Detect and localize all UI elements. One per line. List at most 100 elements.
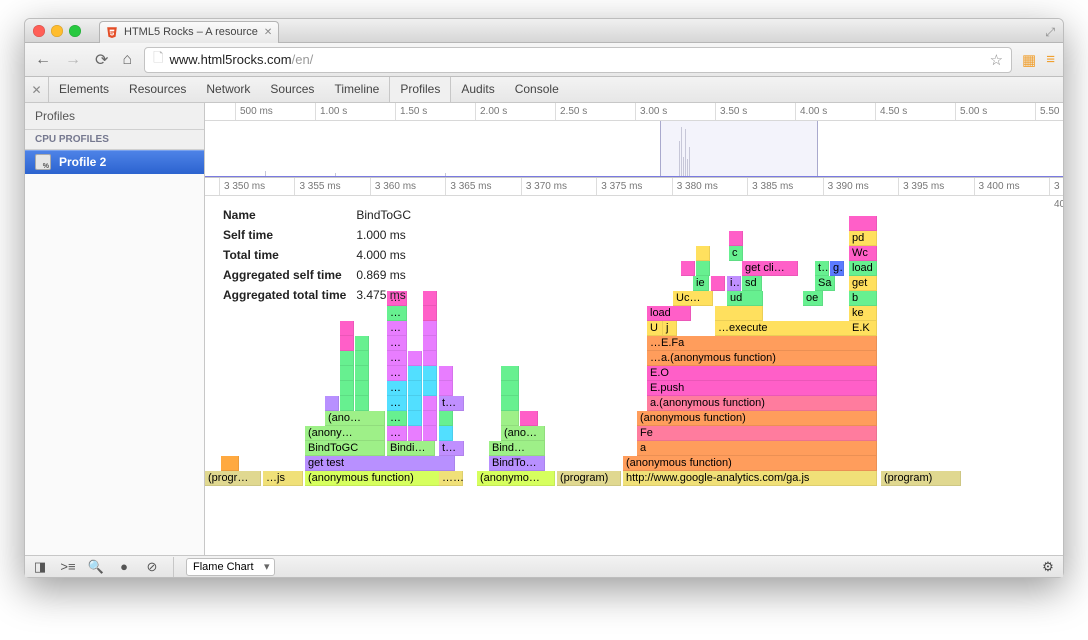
devtools-tab-console[interactable]: Console (505, 77, 569, 102)
flame-bar[interactable]: ud (727, 291, 763, 306)
flame-bar[interactable]: … (387, 366, 407, 381)
flame-bar[interactable]: id (727, 276, 741, 291)
flame-bar[interactable] (423, 321, 437, 336)
timeline-overview[interactable]: 500 ms1.00 s1.50 s2.00 s2.50 s3.00 s3.50… (205, 103, 1063, 178)
flame-bar[interactable]: E.K (849, 321, 877, 336)
flame-bar[interactable] (696, 261, 710, 276)
flame-bar[interactable]: ta… (439, 441, 464, 456)
flame-bar[interactable] (501, 381, 519, 396)
devtools-tab-elements[interactable]: Elements (49, 77, 119, 102)
flame-bar[interactable]: …js (439, 471, 463, 486)
flame-bar[interactable]: (anony… (305, 426, 385, 441)
flame-bar[interactable] (355, 381, 369, 396)
flame-bar[interactable] (423, 366, 437, 381)
flame-bar[interactable]: a.(anonymous function) (647, 396, 877, 411)
flame-bar[interactable] (340, 321, 354, 336)
flame-bar[interactable] (423, 291, 437, 306)
flame-bar[interactable] (439, 411, 453, 426)
window-minimize-button[interactable] (51, 25, 63, 37)
flame-bar[interactable] (439, 426, 453, 441)
tab-close-button[interactable]: ✕ (264, 27, 272, 38)
flame-bar[interactable]: (anonymous function) (637, 411, 877, 426)
flame-bar[interactable]: load (849, 261, 877, 276)
flame-bar[interactable]: (progr… (205, 471, 261, 486)
flame-bar[interactable]: ie (693, 276, 709, 291)
flame-bar[interactable] (408, 366, 422, 381)
window-maximize-button[interactable] (69, 25, 81, 37)
flame-bar[interactable]: http://www.google-analytics.com/ga.js (623, 471, 877, 486)
flame-bar[interactable]: … (387, 381, 407, 396)
reload-button[interactable]: ⟳ (93, 50, 110, 70)
flame-bar[interactable] (501, 411, 519, 426)
devtools-tab-timeline[interactable]: Timeline (324, 77, 389, 102)
flame-bar[interactable]: ta… (439, 396, 464, 411)
flame-bar[interactable] (849, 216, 877, 231)
flame-bar[interactable]: BindTo… (489, 456, 545, 471)
url-bar[interactable]: 🗋 www.html5rocks.com/en/ ☆ (144, 47, 1012, 73)
flame-bar[interactable] (340, 396, 354, 411)
flame-bar[interactable]: … (387, 336, 407, 351)
flame-bar[interactable]: Fe (637, 426, 877, 441)
flame-bar[interactable] (355, 336, 369, 351)
flame-bar[interactable]: j (663, 321, 677, 336)
flame-bar[interactable] (501, 396, 519, 411)
flame-bar[interactable]: Wc (849, 246, 877, 261)
fullscreen-icon[interactable]: ⤢ (1045, 25, 1055, 40)
flame-bar[interactable]: E.O (647, 366, 877, 381)
flame-bar[interactable] (423, 351, 437, 366)
flame-bar[interactable]: (ano… (501, 426, 545, 441)
flame-bar[interactable] (729, 231, 743, 246)
extension-icon[interactable]: ▦ (1022, 51, 1036, 69)
dock-button[interactable]: ◨ (31, 559, 49, 575)
record-button[interactable]: ● (115, 559, 133, 575)
flame-bar[interactable] (423, 306, 437, 321)
flame-bar[interactable] (340, 381, 354, 396)
flame-bar[interactable] (423, 396, 437, 411)
flame-bar[interactable] (501, 366, 519, 381)
devtools-close-button[interactable]: ✕ (25, 77, 49, 102)
flame-bar[interactable]: …a.(anonymous function) (647, 351, 877, 366)
flame-bar[interactable]: pd (849, 231, 877, 246)
flame-bar[interactable]: Uc… (673, 291, 713, 306)
flame-bar[interactable]: get cli… (742, 261, 798, 276)
console-button[interactable]: >≡ (59, 559, 77, 575)
flame-bar[interactable] (355, 396, 369, 411)
flame-bar[interactable] (423, 381, 437, 396)
flame-bar[interactable]: …E.Fa (647, 336, 877, 351)
flame-bar[interactable]: … (387, 411, 407, 426)
flame-bar[interactable] (408, 411, 422, 426)
flame-bar[interactable] (439, 366, 453, 381)
flame-bar[interactable] (520, 411, 538, 426)
menu-icon[interactable]: ≡ (1046, 51, 1055, 68)
bookmark-icon[interactable]: ☆ (990, 51, 1003, 69)
flame-bar[interactable]: Bind… (489, 441, 545, 456)
devtools-tab-audits[interactable]: Audits (451, 77, 504, 102)
flame-bar[interactable]: Sa (815, 276, 835, 291)
flame-bar[interactable] (439, 381, 453, 396)
flame-bar[interactable]: a (637, 441, 877, 456)
flame-bar[interactable] (408, 381, 422, 396)
devtools-tab-sources[interactable]: Sources (260, 77, 324, 102)
flame-bar[interactable] (325, 396, 339, 411)
flame-bar[interactable] (340, 351, 354, 366)
devtools-tab-resources[interactable]: Resources (119, 77, 196, 102)
flame-bar[interactable] (696, 246, 710, 261)
flame-bar[interactable]: (ano… (325, 411, 385, 426)
forward-button[interactable]: → (63, 51, 83, 69)
flame-bar[interactable]: b (849, 291, 877, 306)
flame-bar[interactable]: (anonymo… (477, 471, 555, 486)
flame-bar[interactable]: … (387, 351, 407, 366)
flame-bar[interactable] (408, 396, 422, 411)
flame-bar[interactable]: (anonymous function) (305, 471, 455, 486)
flame-bar[interactable] (408, 426, 422, 441)
flame-bar[interactable]: te (815, 261, 829, 276)
flame-bar[interactable]: (program) (557, 471, 621, 486)
flame-bar[interactable]: get (849, 276, 877, 291)
flame-bar[interactable] (423, 411, 437, 426)
back-button[interactable]: ← (33, 51, 53, 69)
devtools-tab-profiles[interactable]: Profiles (389, 77, 451, 102)
flame-bar[interactable] (355, 366, 369, 381)
browser-tab[interactable]: HTML5 Rocks – A resource ✕ (99, 21, 279, 43)
flame-bar[interactable]: oe (803, 291, 823, 306)
flame-bar[interactable]: U (647, 321, 663, 336)
